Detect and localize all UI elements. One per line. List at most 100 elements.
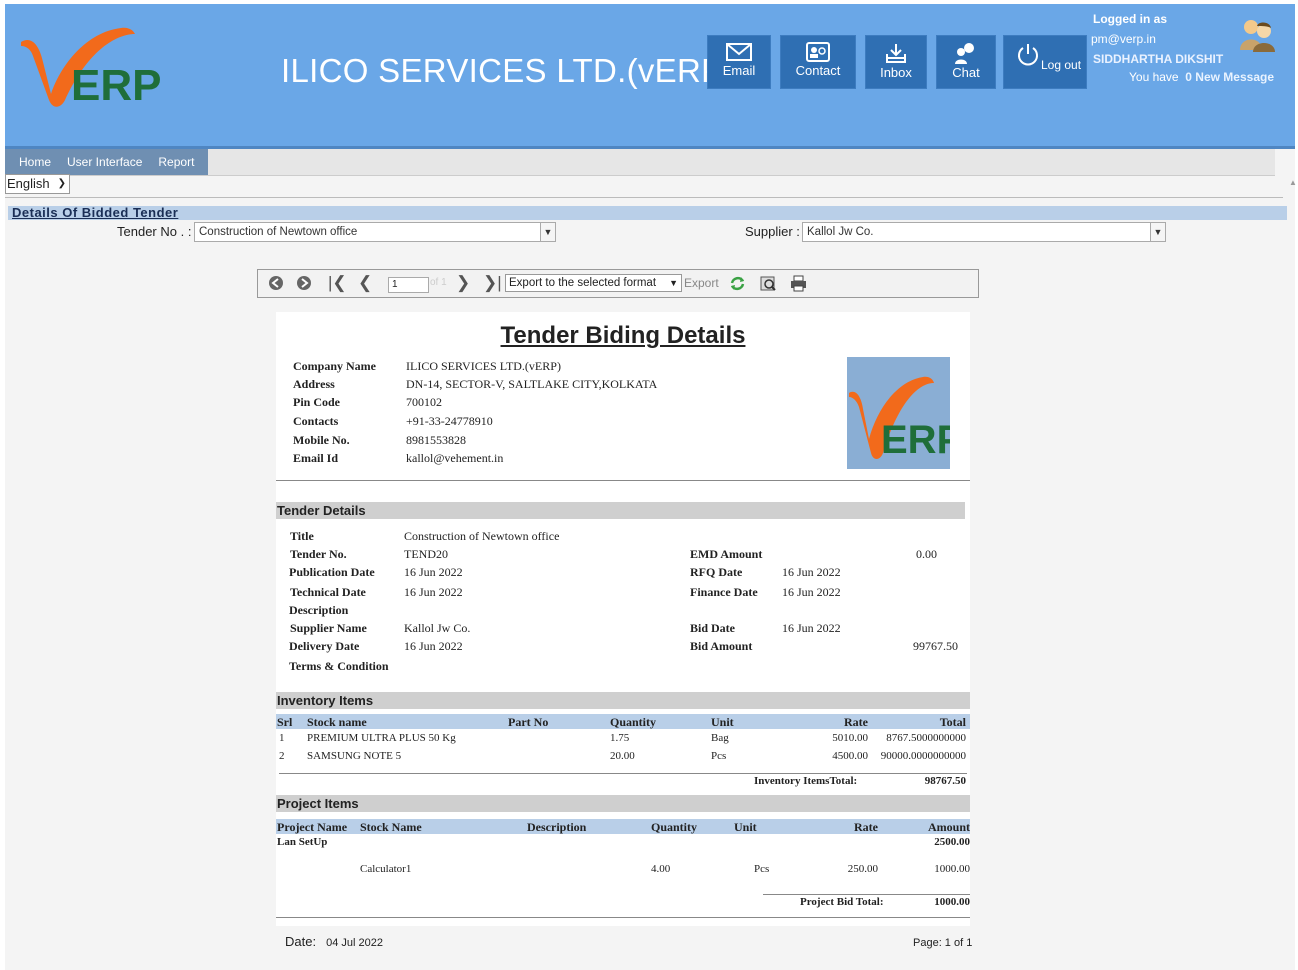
chevron-down-icon: ▼ <box>1150 223 1165 241</box>
find-icon[interactable] <box>760 275 777 292</box>
project-group-name: Lan SetUp <box>277 836 328 848</box>
title-value: Construction of Newtown office <box>404 529 560 543</box>
inventory-table-header: Srl Stock name Part No Quantity Unit Rat… <box>276 714 970 729</box>
language-select[interactable]: English ❯ <box>5 174 70 194</box>
inbox-label: Inbox <box>880 65 912 80</box>
terms-key: Terms & Condition <box>289 659 389 673</box>
col-project-name: Project Name <box>277 820 348 834</box>
power-icon <box>1018 44 1038 66</box>
chat-button[interactable]: Chat <box>936 35 996 89</box>
email-button[interactable]: Email <box>707 35 771 89</box>
logo-text: ERP <box>71 61 161 110</box>
logout-button[interactable]: Log out <box>1003 35 1087 89</box>
title-key: Title <box>290 529 314 543</box>
chevron-down-icon: ▼ <box>540 223 555 241</box>
report-page: Tender Biding Details Company Name ILICO… <box>276 312 970 926</box>
company-name-value: ILICO SERVICES LTD.(vERP) <box>406 359 561 373</box>
page-count: of 1 <box>430 277 447 288</box>
you-have-label: You have <box>1129 70 1179 84</box>
inbox-button[interactable]: Inbox <box>865 35 927 89</box>
export-link[interactable]: Export <box>684 276 719 290</box>
bid-amount-value: 99767.50 <box>913 639 958 653</box>
tender-no-label: Tender No . : <box>117 224 192 239</box>
divider <box>763 894 970 895</box>
project-total-label: Project Bid Total: <box>800 896 884 908</box>
refresh-icon[interactable] <box>729 275 746 292</box>
email-key: Email Id <box>293 451 339 465</box>
inventory-total-label: Inventory ItemsTotal: <box>754 775 858 787</box>
page-number-input[interactable]: 1 <box>388 277 429 293</box>
print-icon[interactable] <box>790 275 807 292</box>
section-title: Details Of Bidded Tender <box>8 206 1287 220</box>
col-unit: Unit <box>734 820 757 834</box>
col-total: Total <box>939 715 966 729</box>
menu-item-user-interface[interactable]: User Interface <box>67 155 142 169</box>
app-header: ERP ILICO SERVICES LTD.(vERP) Email Cont… <box>5 4 1295 149</box>
menu-bar: Home User Interface Report <box>5 149 1275 176</box>
col-amount: Amount <box>927 820 970 834</box>
divider <box>276 917 970 918</box>
col-part-no: Part No <box>508 715 549 729</box>
bid-date-value: 16 Jun 2022 <box>782 621 841 635</box>
col-quantity: Quantity <box>651 820 698 834</box>
date-label: Date: <box>285 934 317 949</box>
tender-no-value: TEND20 <box>404 547 448 561</box>
contact-button[interactable]: Contact <box>780 35 856 89</box>
export-format-select[interactable]: Export to the selected format ▼ <box>505 274 682 292</box>
report-date: Date: 04 Jul 2022 <box>285 934 383 949</box>
rfq-date-value: 16 Jun 2022 <box>782 565 841 579</box>
next-page-icon[interactable]: ❯ <box>456 273 470 293</box>
col-rate: Rate <box>844 715 868 729</box>
technical-date-value: 16 Jun 2022 <box>404 585 463 599</box>
first-page-icon[interactable]: |❮ <box>328 273 347 293</box>
chevron-down-icon: ▼ <box>669 278 678 288</box>
chat-icon <box>955 43 974 64</box>
finance-date-value: 16 Jun 2022 <box>782 585 841 599</box>
publication-date-key: Publication Date <box>289 565 375 579</box>
report-toolbar: |❮ ❮ 1 of 1 ❯ ❯| Export to the selected … <box>257 269 979 298</box>
chevron-down-icon: ❯ <box>57 178 66 189</box>
col-quantity: Quantity <box>610 715 657 729</box>
supplier-name-key: Supplier Name <box>290 621 367 635</box>
back-icon[interactable] <box>268 275 284 291</box>
verp-logo: ERP <box>21 27 161 110</box>
email-label: Email <box>722 63 756 78</box>
menu-item-home[interactable]: Home <box>19 155 51 169</box>
email-value: kallol@vehement.in <box>406 451 504 465</box>
main-menu: Home User Interface Report <box>5 149 209 175</box>
message-status[interactable]: You have 0 New Message <box>1129 70 1274 84</box>
supplier-name-value: Kallol Jw Co. <box>404 621 471 635</box>
logo-text: ERP <box>881 418 950 462</box>
new-message-count[interactable]: 0 New Message <box>1185 70 1274 84</box>
contact-card-icon <box>806 42 830 62</box>
forward-icon[interactable] <box>296 275 312 291</box>
col-stock-name: Stock name <box>307 715 367 729</box>
menu-item-report[interactable]: Report <box>158 155 194 169</box>
verp-report-logo: ERP <box>847 357 950 469</box>
address-key: Address <box>293 377 335 391</box>
address-value: DN-14, SECTOR-V, SALTLAKE CITY,KOLKATA <box>406 377 658 391</box>
technical-date-key: Technical Date <box>290 585 366 599</box>
emd-amount-key: EMD Amount <box>690 547 763 561</box>
inventory-items-band: Inventory Items <box>276 692 970 709</box>
page-indicator: Page: 1 of 1 <box>913 937 973 949</box>
project-items-band: Project Items <box>276 795 970 812</box>
logout-label: Log out <box>1041 58 1082 72</box>
pin-code-key: Pin Code <box>293 395 341 409</box>
pin-code-value: 700102 <box>406 395 442 409</box>
last-page-icon[interactable]: ❯| <box>483 273 502 293</box>
previous-page-icon[interactable]: ❮ <box>358 273 372 293</box>
chat-label: Chat <box>952 65 980 80</box>
tender-no-select[interactable]: Construction of Newtown office ▼ <box>194 222 556 242</box>
tender-no-value: Construction of Newtown office <box>199 226 358 238</box>
company-name-key: Company Name <box>293 359 376 373</box>
company-title: ILICO SERVICES LTD.(vERP) <box>281 52 735 89</box>
supplier-select[interactable]: Kallol Jw Co. ▼ <box>802 222 1166 242</box>
divider <box>279 773 967 774</box>
contacts-key: Contacts <box>293 414 339 428</box>
mobile-key: Mobile No. <box>293 433 350 447</box>
description-key: Description <box>289 603 349 617</box>
app-frame: ERP ILICO SERVICES LTD.(vERP) Email Cont… <box>5 4 1297 970</box>
scroll-up-arrow-icon[interactable]: ▲ <box>1289 178 1297 187</box>
rfq-date-key: RFQ Date <box>690 565 743 579</box>
